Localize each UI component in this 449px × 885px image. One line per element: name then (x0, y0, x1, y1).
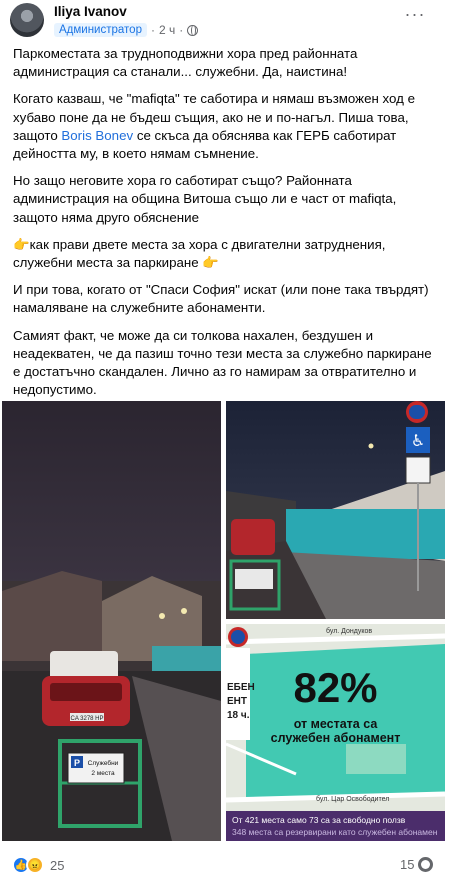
map-footer-line-2: 348 места са резервирани като служебен а… (232, 827, 438, 837)
pointing-right-emoji: 👉 (13, 236, 30, 252)
mention-link[interactable]: Boris Bonev (61, 128, 133, 143)
stat-caption: от местата са служебен абонамент (226, 717, 445, 745)
svg-text:P: P (74, 758, 80, 768)
photo-parking-street[interactable]: CA 3278 HP P Служебни 2 места (2, 401, 221, 841)
post-footer: 👍 😠 25 15 (0, 850, 449, 885)
angry-icon: 😠 (26, 856, 44, 874)
comment-count: 15 (400, 857, 415, 872)
svg-text:CA 3278 HP: CA 3278 HP (70, 716, 103, 722)
paragraph-6: Самият факт, че може да си толкова нахал… (13, 327, 432, 398)
pointing-emoji-end: 👉 (202, 255, 219, 271)
globe-icon (187, 24, 199, 36)
meta-separator: · (150, 23, 155, 37)
avatar[interactable] (10, 3, 44, 37)
more-icon[interactable]: ··· (402, 5, 428, 28)
post-meta: Администратор · 2 ч · (54, 23, 199, 37)
street-label-1: бул. Дондуков (326, 628, 373, 635)
paragraph-5: И при това, когато от "Спаси София" иска… (13, 282, 429, 316)
paragraph-2: Когато казваш, че "mafiqta" те саботира … (13, 90, 438, 163)
photo-map-infographic[interactable]: бул. Дондуков бул. Цар Освободител ЕБЕН … (226, 624, 445, 841)
paragraph-3: Но защо неговите хора го саботират също?… (13, 173, 397, 225)
svg-text:2 места: 2 места (91, 770, 115, 777)
photo-parking-street-art: CA 3278 HP P Служебни 2 места (2, 571, 221, 841)
photo-fence-sign[interactable]: ♿ (226, 401, 445, 619)
comment-icon (418, 857, 434, 872)
post-header: Iliya Ivanov Администратор · 2 ч · ··· (0, 0, 449, 44)
svg-text:♿: ♿ (411, 431, 425, 450)
map-footer-line-1: От 421 места само 73 са за свободно полз… (232, 815, 406, 825)
paragraph-4-text: как прави двете места за хора с двигател… (13, 236, 386, 271)
photo-fence-sign-art: ♿ (226, 401, 445, 619)
comments-summary[interactable]: 15 (400, 857, 434, 872)
author-name[interactable]: Iliya Ivanov (54, 4, 127, 19)
paragraph-1: Паркоместата за трудноподвижни хора пред… (13, 46, 358, 80)
stat-caption-line-1: от местата са (293, 717, 378, 731)
post-time[interactable]: 2 ч (159, 23, 175, 37)
street-label-2: бул. Цар Освободител (316, 796, 390, 803)
reactions-summary[interactable]: 👍 😠 25 (12, 856, 64, 874)
photo-grid: CA 3278 HP P Служебни 2 места ♿ бул. Дон… (0, 399, 449, 843)
reaction-count: 25 (50, 857, 65, 873)
map-footer-banner: От 421 места само 73 са за свободно полз… (226, 811, 445, 841)
role-badge: Администратор (54, 23, 147, 37)
stat-caption-line-2: служебен абонамент (270, 731, 401, 745)
meta-separator-2: · (179, 23, 184, 37)
svg-text:Служебни: Служебни (88, 759, 119, 767)
paragraph-4: 👉как прави двете места за хора с двигате… (13, 236, 438, 272)
stat-percentage: 82% (293, 664, 378, 711)
post-body: Паркоместата за трудноподвижни хора пред… (13, 45, 438, 408)
